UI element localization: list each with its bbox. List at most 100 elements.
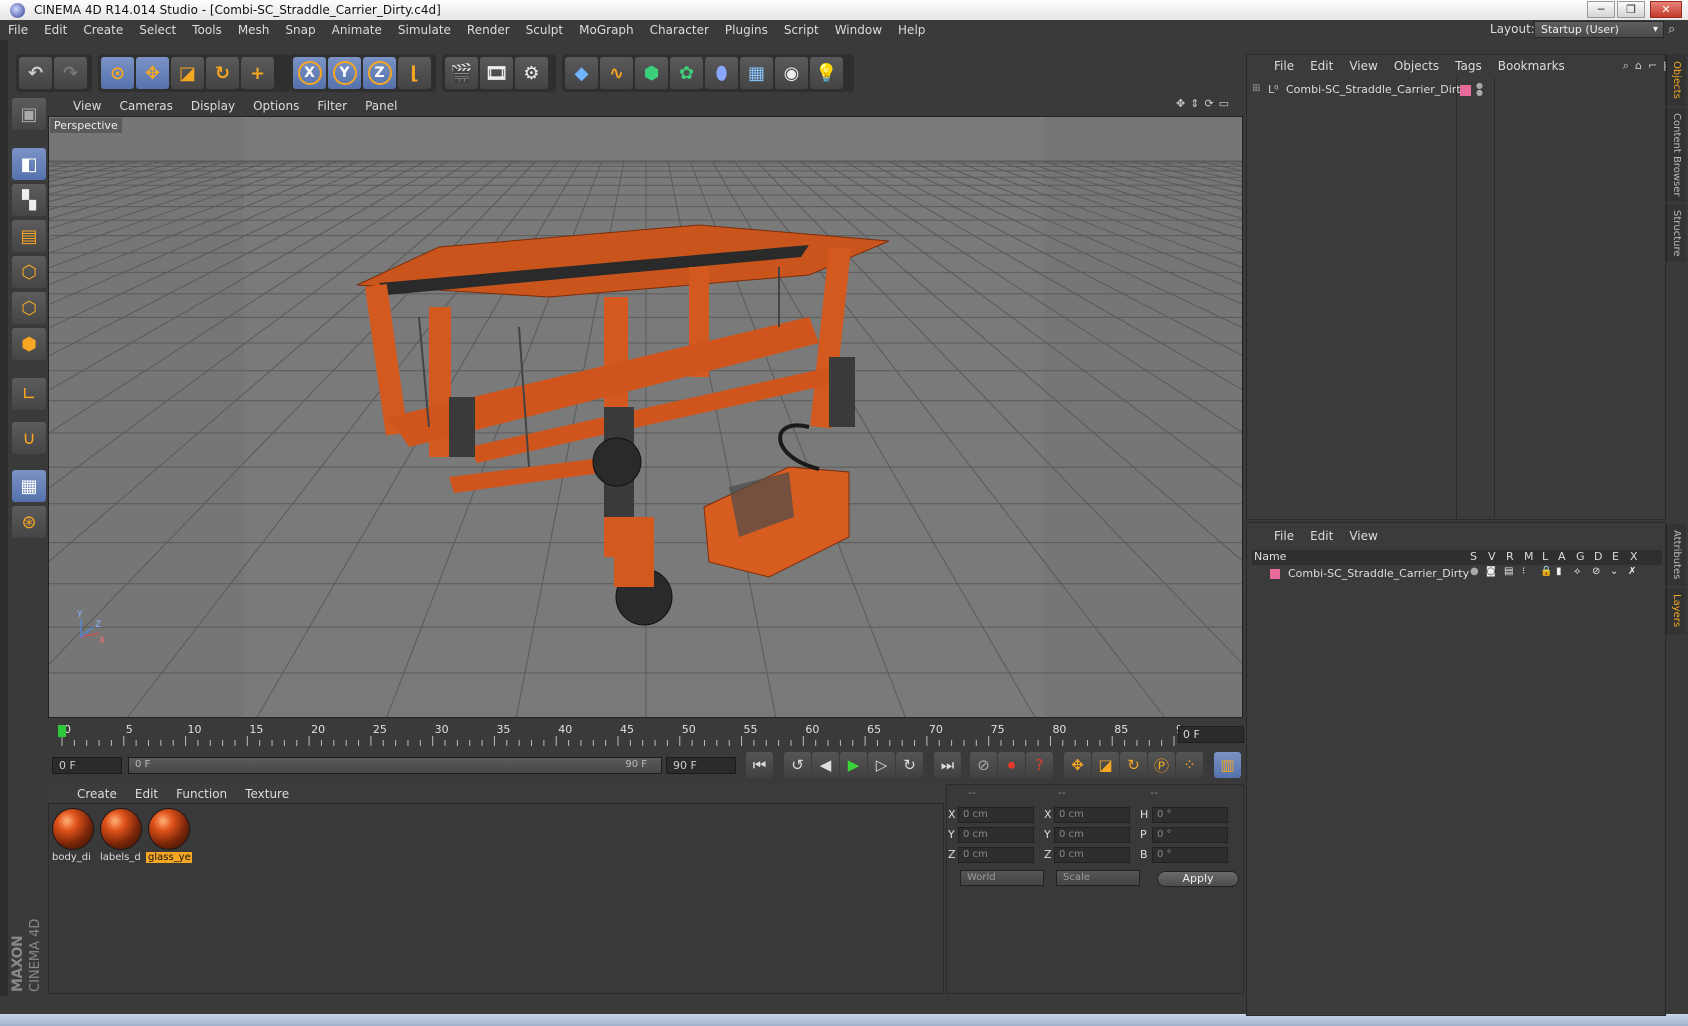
menu-tools[interactable]: Tools xyxy=(184,20,230,40)
autokeying-icon[interactable]: ? xyxy=(1026,752,1053,778)
pan-icon[interactable]: ✥ xyxy=(1176,97,1185,110)
cube-icon[interactable]: ◆ xyxy=(565,57,598,89)
key-point-level-icon[interactable]: ⁘ xyxy=(1176,752,1203,778)
tab-content-browser[interactable]: Content Browser xyxy=(1666,108,1686,202)
tab-structure[interactable]: Structure xyxy=(1666,204,1686,262)
menu-character[interactable]: Character xyxy=(642,20,717,40)
col-generators[interactable]: G xyxy=(1576,550,1585,563)
texture-mode-icon[interactable]: ▚ xyxy=(12,184,46,216)
col-animation[interactable]: A xyxy=(1558,550,1566,563)
snap-magnet-icon[interactable]: ∪ xyxy=(12,422,46,454)
dolly-icon[interactable]: ⇕ xyxy=(1190,97,1199,110)
menu-window[interactable]: Window xyxy=(827,20,890,40)
animation-toggle-icon[interactable]: ▮ xyxy=(1556,566,1562,577)
camera-icon[interactable]: ◉ xyxy=(775,57,808,89)
end-frame-field[interactable]: 90 F xyxy=(666,757,736,774)
col-solo[interactable]: S xyxy=(1470,550,1477,563)
col-render[interactable]: R xyxy=(1506,550,1514,563)
tab-attributes[interactable]: Attributes xyxy=(1666,524,1686,586)
timeline-icon[interactable]: ▥ xyxy=(1214,752,1241,778)
minimize-button[interactable]: ─ xyxy=(1587,1,1615,18)
viewport-menu-filter[interactable]: Filter xyxy=(308,99,356,113)
viewport-menu-panel[interactable]: Panel xyxy=(356,99,406,113)
rot-p-field[interactable]: 0 ° xyxy=(1152,827,1228,843)
col-locked[interactable]: L xyxy=(1542,550,1548,563)
rot-b-field[interactable]: 0 ° xyxy=(1152,847,1228,863)
pos-x-field[interactable]: 0 cm xyxy=(958,807,1034,823)
go-to-next-key-icon[interactable]: ↻ xyxy=(896,752,923,778)
current-frame-marker[interactable] xyxy=(58,725,66,737)
om-home-icon[interactable]: ⌂ xyxy=(1635,59,1642,73)
rotate-icon[interactable]: ↻ xyxy=(206,57,239,89)
expressions-toggle-icon[interactable]: ⌄ xyxy=(1610,566,1618,577)
om-up-icon[interactable]: ⌐ xyxy=(1648,59,1657,73)
key-parameter-icon[interactable]: Ⓟ xyxy=(1148,752,1175,778)
axis-mode-icon[interactable]: ∟ xyxy=(12,378,46,410)
col-expressions[interactable]: E xyxy=(1612,550,1619,563)
menu-edit[interactable]: Edit xyxy=(36,20,75,40)
visibility-dots-icon[interactable]: ● ● xyxy=(1476,82,1483,97)
om-menu-edit[interactable]: Edit xyxy=(1302,59,1341,73)
play-forwards-icon[interactable]: ▶ xyxy=(840,752,867,778)
layer-row[interactable]: Combi-SC_Straddle_Carrier_Dirty ● ◙ ▤ ⁝ … xyxy=(1252,566,1662,582)
menu-animate[interactable]: Animate xyxy=(324,20,390,40)
menu-mesh[interactable]: Mesh xyxy=(230,20,278,40)
size-x-field[interactable]: 0 cm xyxy=(1054,807,1130,823)
cinema4d-app-icon[interactable] xyxy=(10,3,25,18)
redo-icon[interactable]: ↷ xyxy=(54,57,87,89)
timeline-ruler[interactable]: 051015202530354045505560657075808590 xyxy=(58,722,1190,748)
y-axis-icon[interactable]: Y xyxy=(328,57,361,89)
layer-color-swatch[interactable] xyxy=(1270,569,1280,579)
pos-z-field[interactable]: 0 cm xyxy=(958,847,1034,863)
go-to-end-icon[interactable]: ⏭ xyxy=(934,752,961,778)
object-row[interactable]: ⊞ L⁰ Combi-SC_Straddle_Carrier_Dirty ● ● xyxy=(1252,82,1662,100)
viewport-menu-display[interactable]: Display xyxy=(182,99,244,113)
go-to-next-frame-icon[interactable]: ▷ xyxy=(868,752,895,778)
material-swatch-selected[interactable]: glass_ye xyxy=(146,806,192,864)
soft-selection-icon[interactable]: ⊛ xyxy=(12,506,46,538)
key-rotation-icon[interactable]: ↻ xyxy=(1120,752,1147,778)
lm-menu-view[interactable]: View xyxy=(1341,529,1385,543)
preview-range-slider[interactable]: 0 F 90 F xyxy=(128,757,662,774)
tab-objects[interactable]: Objects xyxy=(1666,54,1686,106)
viewport-menu-cameras[interactable]: Cameras xyxy=(110,99,181,113)
rot-h-field[interactable]: 0 ° xyxy=(1152,807,1228,823)
col-deformers[interactable]: D xyxy=(1594,550,1602,563)
deformers-toggle-icon[interactable]: ⊘ xyxy=(1592,566,1600,577)
material-menu-function[interactable]: Function xyxy=(167,787,236,801)
menu-render[interactable]: Render xyxy=(459,20,518,40)
scale-icon[interactable]: ◪ xyxy=(171,57,204,89)
material-swatch[interactable]: body_di xyxy=(50,806,96,864)
menu-create[interactable]: Create xyxy=(75,20,131,40)
array-icon[interactable]: ✿ xyxy=(670,57,703,89)
perspective-viewport[interactable]: Y X Z xyxy=(48,116,1243,718)
om-menu-file[interactable]: File xyxy=(1266,59,1302,73)
expand-icon[interactable]: ⊞ xyxy=(1252,83,1260,94)
lm-menu-file[interactable]: File xyxy=(1266,529,1302,543)
pos-y-field[interactable]: 0 cm xyxy=(958,827,1034,843)
close-button[interactable]: ✕ xyxy=(1650,1,1682,18)
menu-mograph[interactable]: MoGraph xyxy=(571,20,642,40)
solo-toggle-icon[interactable]: ● xyxy=(1470,566,1479,577)
layer-color-swatch[interactable] xyxy=(1460,85,1471,96)
coordinate-mode-select[interactable]: World xyxy=(960,870,1044,886)
om-menu-objects[interactable]: Objects xyxy=(1386,59,1447,73)
orbit-icon[interactable]: ⟳ xyxy=(1204,97,1213,110)
material-swatch[interactable]: labels_d xyxy=(98,806,144,864)
go-to-start-icon[interactable]: ⏮ xyxy=(746,752,773,778)
menu-simulate[interactable]: Simulate xyxy=(390,20,459,40)
start-frame-field[interactable]: 0 F xyxy=(52,757,122,774)
size-mode-select[interactable]: Scale xyxy=(1056,870,1140,886)
om-menu-bookmarks[interactable]: Bookmarks xyxy=(1490,59,1573,73)
key-scale-icon[interactable]: ◪ xyxy=(1092,752,1119,778)
polygons-mode-icon[interactable]: ⬢ xyxy=(12,328,46,360)
manager-toggle-icon[interactable]: ⁝ xyxy=(1522,566,1525,577)
menu-sculpt[interactable]: Sculpt xyxy=(518,20,571,40)
add-icon[interactable]: + xyxy=(241,57,274,89)
key-position-icon[interactable]: ✥ xyxy=(1064,752,1091,778)
render-picture-viewer-icon[interactable]: 🎞 xyxy=(480,57,513,89)
lm-menu-edit[interactable]: Edit xyxy=(1302,529,1341,543)
light-icon[interactable]: 💡 xyxy=(810,57,843,89)
edges-mode-icon[interactable]: ⬡ xyxy=(12,292,46,324)
make-editable-icon[interactable]: ▣ xyxy=(12,98,46,130)
